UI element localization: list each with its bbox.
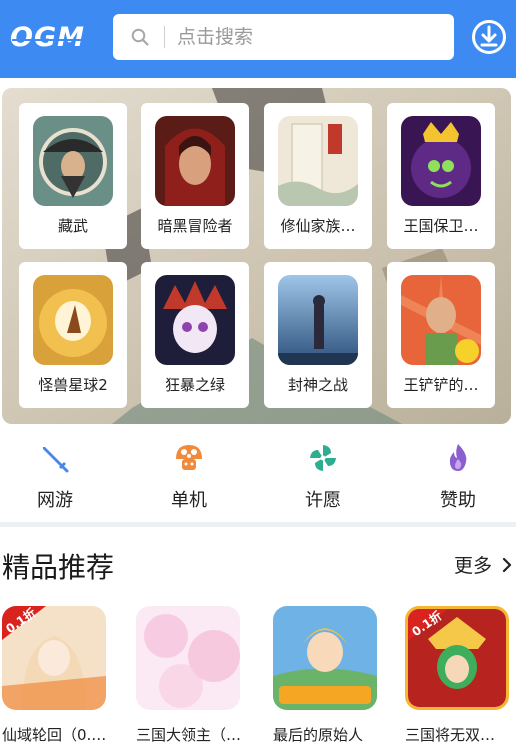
category-single[interactable]: 单机 [134,430,244,522]
category-label: 赞助 [440,490,476,511]
game-icon [33,275,113,365]
game-icon: 0.1折 [405,606,509,710]
section-title: 精品推荐 [2,551,115,584]
category-online[interactable]: 网游 [0,430,110,522]
game-label: 暗黑冒险者 [157,217,233,235]
recommended-game[interactable]: 最后的原始人 [273,606,383,745]
chevron-right-icon[interactable] [502,557,512,573]
section-divider [0,522,516,527]
game-icon [33,116,113,206]
game-card-cangwu[interactable]: 藏武 [19,103,127,249]
top-bar: OGM 点击搜索 [0,0,516,78]
logo-text: OGM [10,22,85,53]
recommended-game[interactable]: 0.1折 仙域轮回（0.… [2,606,112,745]
flame-icon [449,444,467,471]
game-label: 修仙家族… [280,217,356,235]
search-placeholder: 点击搜索 [177,26,254,48]
category-label: 许愿 [305,490,341,511]
recommended-game[interactable]: 0.1折 三国将无双… [405,606,515,745]
game-icon [136,606,240,710]
game-label: 王国保卫… [403,217,479,235]
search-box[interactable]: 点击搜索 [113,14,454,60]
category-sponsor[interactable]: 赞助 [403,430,513,522]
game-label: 三国将无双… [405,726,496,744]
game-label: 狂暴之绿 [164,376,225,394]
game-label: 最后的原始人 [273,726,364,744]
game-icon [273,606,377,710]
download-icon[interactable] [471,19,507,55]
category-label: 单机 [171,490,207,511]
game-icon: 0.1折 [2,606,106,710]
game-icon [401,275,481,365]
game-icon [278,275,358,365]
game-label: 三国大领主（… [136,726,242,744]
category-label: 网游 [37,490,73,511]
game-label: 怪兽星球2 [38,376,108,394]
mushroom-icon [176,445,202,470]
game-label: 王铲铲的… [403,376,479,394]
game-icon [278,116,358,206]
game-card-guaishou[interactable]: 怪兽星球2 [19,262,127,408]
ogm-logo[interactable]: OGM [10,18,92,58]
search-icon [131,28,149,46]
game-label: 仙域轮回（0.… [2,726,107,744]
game-icon [155,275,235,365]
more-link[interactable]: 更多 [454,551,492,578]
game-card-anhei[interactable]: 暗黑冒险者 [141,103,249,249]
game-card-fengshen[interactable]: 封神之战 [264,262,372,408]
game-card-wangguo[interactable]: 王国保卫… [387,103,495,249]
game-icon [155,116,235,206]
pinwheel-icon [310,445,336,471]
game-card-kuangbao[interactable]: 狂暴之绿 [141,262,249,408]
recommended-game[interactable]: 三国大领主（… [136,606,246,745]
game-label: 藏武 [57,217,88,235]
sword-icon [43,447,69,473]
game-label: 封神之战 [287,376,348,394]
game-icon [401,116,481,206]
category-wish[interactable]: 许愿 [268,430,378,522]
category-nav: 网游 单机 许愿 赞助 [0,430,516,522]
game-card-xiuxian[interactable]: 修仙家族… [264,103,372,249]
game-card-wangchanchan[interactable]: 王铲铲的… [387,262,495,408]
